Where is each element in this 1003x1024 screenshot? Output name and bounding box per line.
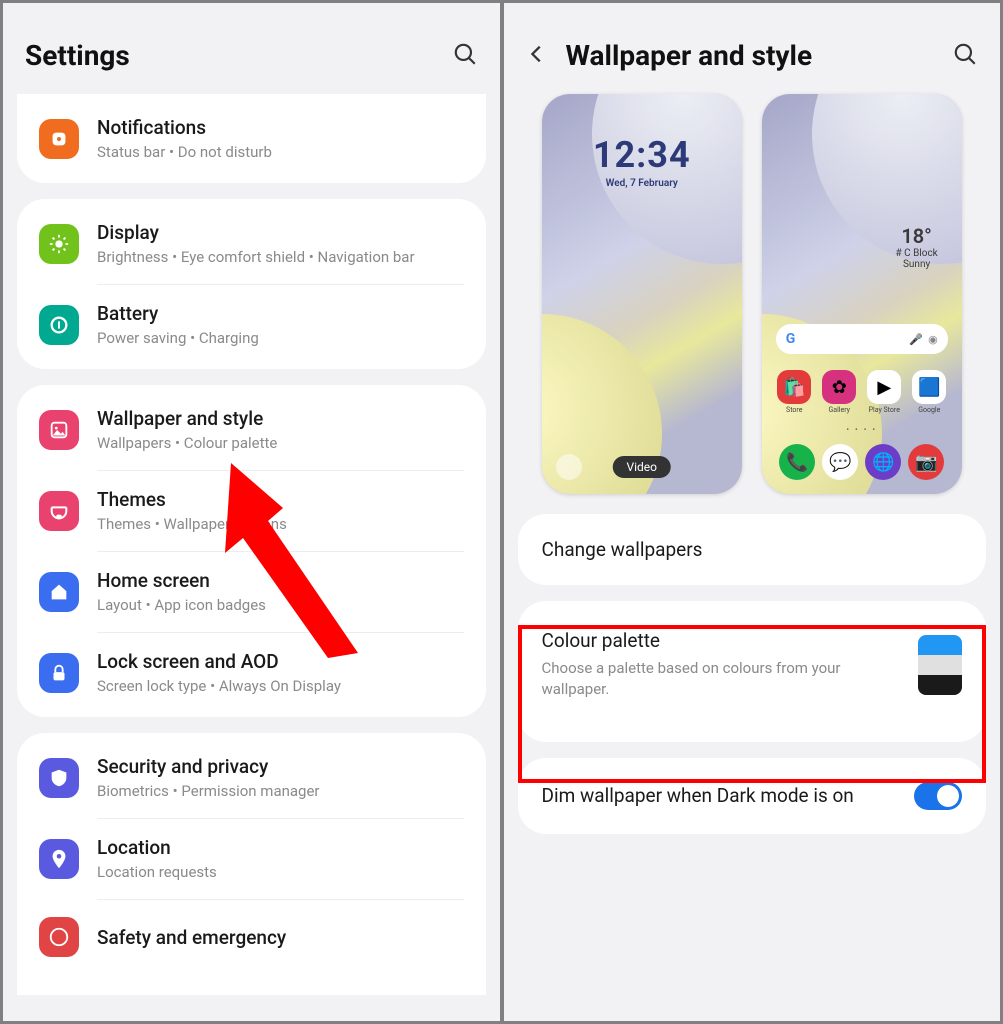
- settings-item-lockscreen[interactable]: Lock screen and AOD Screen lock type • A…: [17, 632, 486, 713]
- row-title: Lock screen and AOD: [97, 650, 341, 673]
- row-title: Battery: [97, 302, 259, 325]
- row-sub: Brightness • Eye comfort shield • Naviga…: [97, 248, 415, 266]
- group-security: Security and privacy Biometrics • Permis…: [17, 733, 486, 995]
- palette-swatch-icon: [918, 635, 962, 695]
- google-g-icon: G: [786, 331, 796, 347]
- bell-icon: [39, 119, 79, 159]
- header: Wallpaper and style: [504, 3, 1001, 94]
- row-title: Security and privacy: [97, 755, 320, 778]
- header: Settings: [3, 3, 500, 94]
- page-title: Wallpaper and style: [566, 39, 813, 72]
- time-label: 12:34: [542, 134, 742, 176]
- wallpaper-style-pane: Wallpaper and style 12:34 Wed, 7 Februar…: [504, 3, 1001, 1021]
- wallpaper-previews: 12:34 Wed, 7 February Video 18° # C Bloc…: [504, 94, 1001, 506]
- change-wallpapers-card[interactable]: Change wallpapers: [518, 514, 987, 585]
- video-badge: Video: [612, 456, 671, 478]
- settings-item-security[interactable]: Security and privacy Biometrics • Permis…: [17, 737, 486, 818]
- settings-item-wallpaper[interactable]: Wallpaper and style Wallpapers • Colour …: [17, 389, 486, 470]
- row-sub: Layout • App icon badges: [97, 596, 266, 614]
- home-icon: [39, 572, 79, 612]
- card-sub: Choose a palette based on colours from y…: [542, 658, 882, 700]
- date-label: Wed, 7 February: [542, 178, 742, 189]
- emergency-icon: [39, 917, 79, 957]
- settings-item-battery[interactable]: Battery Power saving • Charging: [17, 284, 486, 365]
- lock-icon: [39, 653, 79, 693]
- lockscreen-clock: 12:34 Wed, 7 February: [542, 134, 742, 189]
- group-appearance: Wallpaper and style Wallpapers • Colour …: [17, 385, 486, 717]
- row-title: Themes: [97, 488, 287, 511]
- battery-icon: [39, 305, 79, 345]
- page-title: Settings: [25, 39, 130, 72]
- row-sub: Location requests: [97, 863, 217, 881]
- settings-item-notifications[interactable]: Notifications Status bar • Do not distur…: [17, 98, 486, 179]
- google-search-bar: G 🎤 ◉: [776, 324, 948, 354]
- settings-item-homescreen[interactable]: Home screen Layout • App icon badges: [17, 551, 486, 632]
- back-icon[interactable]: [526, 43, 548, 69]
- lockscreen-shortcut: [556, 454, 582, 480]
- row-sub: Biometrics • Permission manager: [97, 782, 320, 800]
- mic-icon: 🎤 ◉: [909, 333, 938, 346]
- settings-item-safety[interactable]: Safety and emergency: [17, 899, 486, 975]
- row-sub: Wallpapers • Colour palette: [97, 434, 277, 452]
- lockscreen-preview[interactable]: 12:34 Wed, 7 February Video: [542, 94, 742, 494]
- dim-wallpaper-card[interactable]: Dim wallpaper when Dark mode is on: [518, 758, 987, 834]
- row-title: Home screen: [97, 569, 266, 592]
- dim-toggle[interactable]: [914, 782, 962, 810]
- settings-item-themes[interactable]: Themes Themes • Wallpapers • Icons: [17, 470, 486, 551]
- sun-icon: [39, 224, 79, 264]
- camera-app-icon: 📷: [908, 444, 944, 480]
- pin-icon: [39, 839, 79, 879]
- search-icon[interactable]: [452, 41, 478, 71]
- colour-palette-card[interactable]: Colour palette Choose a palette based on…: [518, 601, 987, 742]
- row-title: Notifications: [97, 116, 272, 139]
- weather-widget: 18° # C Block Sunny: [895, 224, 937, 270]
- page-indicator: • • • •: [762, 425, 962, 434]
- row-sub: Power saving • Charging: [97, 329, 259, 347]
- row-title: Safety and emergency: [97, 926, 286, 949]
- card-title: Colour palette: [542, 629, 882, 652]
- row-title: Location: [97, 836, 217, 859]
- settings-item-display[interactable]: Display Brightness • Eye comfort shield …: [17, 203, 486, 284]
- card-title: Change wallpapers: [542, 538, 703, 561]
- row-sub: Screen lock type • Always On Display: [97, 677, 341, 695]
- shield-icon: [39, 758, 79, 798]
- search-icon[interactable]: [952, 41, 978, 71]
- settings-item-location[interactable]: Location Location requests: [17, 818, 486, 899]
- image-icon: [39, 410, 79, 450]
- messages-app-icon: 💬: [822, 444, 858, 480]
- homescreen-preview[interactable]: 18° # C Block Sunny G 🎤 ◉ 🛍️Store ✿Galle…: [762, 94, 962, 494]
- card-title: Dim wallpaper when Dark mode is on: [542, 783, 854, 809]
- dock: 📞 💬 🌐 📷: [776, 444, 948, 480]
- group-notifications: Notifications Status bar • Do not distur…: [17, 94, 486, 183]
- row-title: Wallpaper and style: [97, 407, 277, 430]
- brush-icon: [39, 491, 79, 531]
- app-grid: 🛍️Store ✿Gallery ▶Play Store 🟦Google: [776, 370, 948, 414]
- phone-app-icon: 📞: [779, 444, 815, 480]
- row-title: Display: [97, 221, 415, 244]
- settings-pane: Settings Notifications Status bar • Do n…: [3, 3, 500, 1021]
- row-sub: Status bar • Do not disturb: [97, 143, 272, 161]
- group-display: Display Brightness • Eye comfort shield …: [17, 199, 486, 369]
- browser-app-icon: 🌐: [865, 444, 901, 480]
- row-sub: Themes • Wallpapers • Icons: [97, 515, 287, 533]
